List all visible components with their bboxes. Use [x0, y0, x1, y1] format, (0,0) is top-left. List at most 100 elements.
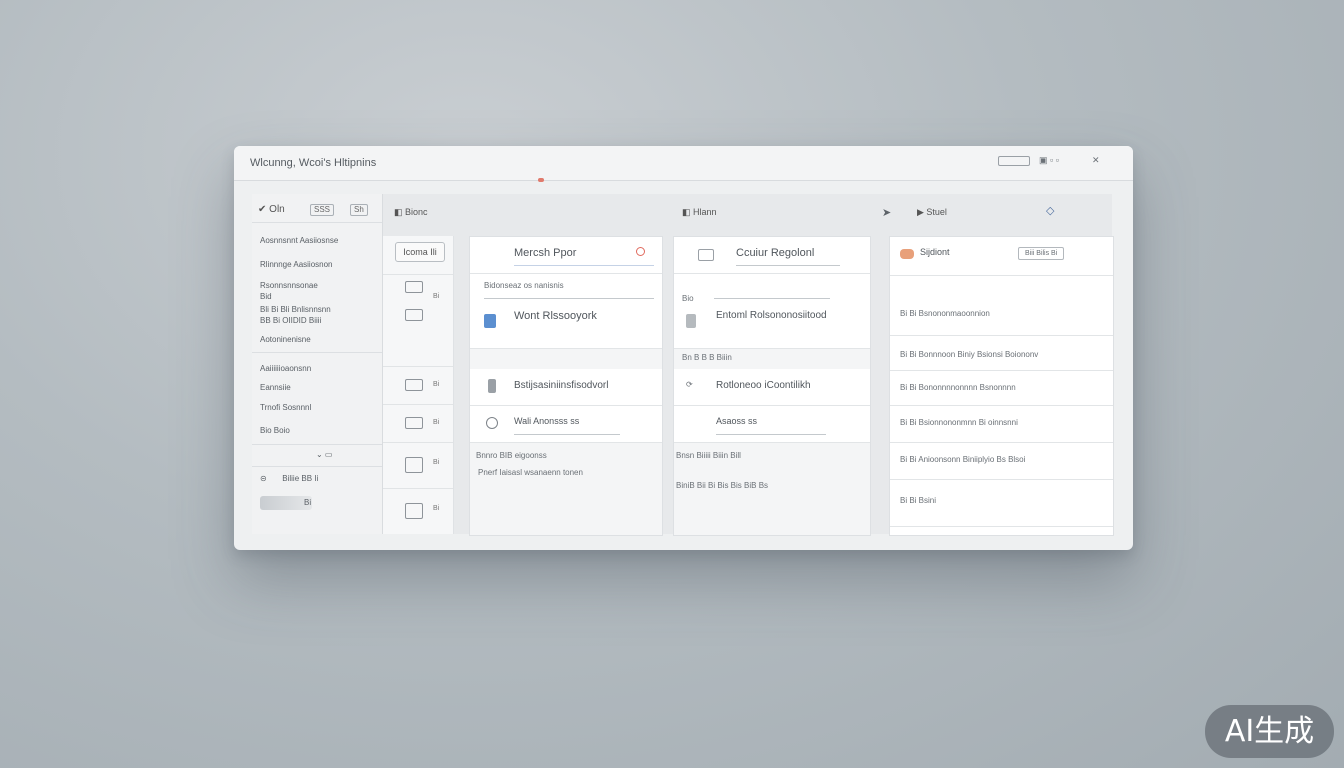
- sidebar-chip-2[interactable]: Sh: [350, 204, 368, 216]
- document-icon: [484, 314, 496, 328]
- list-item[interactable]: Asaoss ss: [674, 406, 870, 443]
- list-item[interactable]: Bi Bi Bsini: [890, 480, 1113, 527]
- toolbar-right-label: Stuel: [926, 207, 947, 217]
- panel-1-subtitle: Bidonseaz os nanisnis: [484, 281, 564, 290]
- minimize-icon[interactable]: [998, 156, 1030, 166]
- panel-3-title: Sijdiont: [920, 247, 950, 257]
- list-item-label: Bi Bi Bsionnononmnn Bi oinnsnni: [900, 418, 1018, 427]
- window-title: Wlcunng, Wcoi's Hltipnins: [250, 157, 377, 169]
- icon-row-label: Bi: [433, 419, 440, 426]
- underline: [484, 298, 654, 299]
- sidebar-footer-item[interactable]: ⊝ Biliie BB Ii: [260, 474, 318, 483]
- sidebar-chip-1[interactable]: SSS: [310, 204, 335, 216]
- divider: [252, 352, 382, 353]
- clock-icon: [486, 417, 498, 429]
- sidebar-item[interactable]: Rlinnnge Aasiiosnon: [260, 260, 333, 269]
- list-item[interactable]: Wali Anonsss ss: [470, 406, 662, 443]
- box-icon: [405, 417, 423, 429]
- sidebar-item[interactable]: Aosnnsnnt Aasiiosnse: [260, 236, 338, 245]
- refresh-icon: ⟳: [686, 380, 693, 389]
- panel-header-row[interactable]: Mercsh Ppor: [470, 237, 662, 274]
- sidebar-item[interactable]: BB Bi OIIDID Biiii: [260, 316, 321, 325]
- list-item[interactable]: Bi Bi Anioonsonn Biniiplyio Bs Blsoi: [890, 443, 1113, 480]
- list-item-label: Bi Bi Bonnnoon Biniy Bsionsi Boiononv: [900, 350, 1039, 359]
- underline: [514, 265, 654, 266]
- icon-row-label: Bi: [433, 381, 440, 388]
- list-item-label: Bi Bi Anioonsonn Biniiplyio Bs Blsoi: [900, 455, 1026, 464]
- sidebar-item[interactable]: Aaiiiiiioaonsnn: [260, 364, 311, 373]
- title-bar: Wlcunng, Wcoi's Hltipnins ▣ ▫ ▫ ✕: [234, 146, 1133, 182]
- list-item[interactable]: Bi Bi Bsionnononmnn Bi oinnsnni: [890, 406, 1113, 443]
- list-item[interactable]: Bidonseaz os nanisnis Wont Rlssooyork: [470, 274, 662, 349]
- tray-icon: [405, 457, 423, 473]
- underline: [736, 265, 840, 266]
- list-item-label: Rotloneoo iCoontilikh: [716, 380, 811, 391]
- main-area: ✔ Oln SSS Sh Aosnnsnnt Aasiiosnse Rlinnn…: [252, 194, 1114, 536]
- toolbar-left-label: Bionc: [405, 207, 428, 217]
- underline: [716, 434, 826, 435]
- panel-2-title: Ccuiur Regolonl: [736, 247, 815, 259]
- icon-column-button[interactable]: Icoma Ili: [395, 242, 445, 262]
- sidebar-header[interactable]: ✔ Oln: [258, 204, 285, 215]
- toolbar-right[interactable]: ▶ Stuel: [917, 207, 947, 218]
- list-item[interactable]: Bio Entoml Rolsononosiitood: [674, 274, 870, 349]
- expand-icon[interactable]: ⌄ ▭: [316, 450, 332, 459]
- icon-row[interactable]: Bi: [383, 274, 453, 321]
- status-dot: [538, 178, 544, 182]
- underline: [514, 434, 620, 435]
- panel-1-footer-sub: Pnerf Iaisasl wsanaenn tonen: [478, 468, 583, 477]
- toolbar-center[interactable]: ◧ Hlann: [682, 207, 717, 218]
- icon-row[interactable]: Bi: [383, 366, 453, 403]
- close-icon[interactable]: ✕: [1092, 155, 1100, 167]
- panel-2-group-label: Bn B B B Biiin: [682, 353, 732, 362]
- record-icon[interactable]: [636, 247, 645, 256]
- sidebar-item[interactable]: Rsonnsnnsonae: [260, 281, 318, 290]
- underline: [714, 298, 830, 299]
- toolbar-left[interactable]: ◧ Bionc: [394, 207, 428, 218]
- panel-2-footer-title: Bnsn Biiiii Biiin Bill: [676, 451, 741, 460]
- panel-2: Ccuiur Regolonl Bio Entoml Rolsononosiit…: [673, 236, 871, 536]
- panel-header-row[interactable]: Ccuiur Regolonl: [674, 237, 870, 274]
- icon-row-label: Bi: [433, 505, 440, 512]
- file-icon: [686, 314, 696, 328]
- list-item-label: Bi Bi Bsini: [900, 496, 937, 505]
- list-item[interactable]: Bi Bi Bonnnoon Biniy Bsionsi Boiononv: [890, 336, 1113, 371]
- divider: [252, 222, 382, 223]
- panel-3-button[interactable]: Biii Bilis Bi: [1018, 247, 1065, 260]
- sidebar-footer-chip: Bi: [304, 498, 312, 507]
- list-item[interactable]: Bi Bi Bsnononmaoonnion: [890, 295, 1113, 336]
- sidebar-item[interactable]: Bio Boio: [260, 426, 290, 435]
- app-window: Wlcunng, Wcoi's Hltipnins ▣ ▫ ▫ ✕ ✔ Oln …: [234, 146, 1133, 550]
- list-item-label: Wont Rlssooyork: [514, 310, 597, 322]
- sidebar-item[interactable]: Aotoninenisne: [260, 335, 311, 344]
- toolbar-center-label: Hlann: [693, 207, 717, 217]
- list-item-label: Wali Anonsss ss: [514, 416, 580, 426]
- icon-row-label: Bi: [433, 293, 440, 300]
- sidebar-item[interactable]: Bid: [260, 292, 272, 301]
- panel-2-footer-sub: BiniB Bii Bi Bis Bis BiB Bs: [676, 481, 769, 490]
- folder-icon: [405, 281, 423, 293]
- sidebar-item[interactable]: Bli Bi Bli Bnlisnnsnn: [260, 305, 331, 314]
- list-item-label: Asaoss ss: [716, 416, 758, 426]
- list-item[interactable]: Bstijsasiniinsfisodvorl: [470, 369, 662, 406]
- icon-row[interactable]: Bi: [383, 488, 453, 535]
- sidebar-item[interactable]: Eannsiie: [260, 383, 291, 392]
- user-icon: [900, 249, 914, 259]
- restore-icon[interactable]: ▣ ▫ ▫: [1039, 155, 1059, 167]
- tray-icon: [405, 503, 423, 519]
- list-item[interactable]: Bi Bi Bononnnnonnnn Bsnonnnn: [890, 371, 1113, 406]
- panel-header-row: Sijdiont Biii Bilis Bi: [890, 237, 1113, 276]
- panel-1: Mercsh Ppor Bidonseaz os nanisnis Wont R…: [469, 236, 663, 536]
- icon-row[interactable]: Bi: [383, 404, 453, 441]
- icon-row[interactable]: Bi: [383, 442, 453, 489]
- sidebar-item[interactable]: Trnofi Sosnnnl: [260, 403, 311, 412]
- box-icon: [405, 379, 423, 391]
- sidebar: ✔ Oln SSS Sh Aosnnsnnt Aasiiosnse Rlinnn…: [252, 194, 383, 534]
- list-item-label: Bstijsasiniinsfisodvorl: [514, 380, 609, 391]
- diamond-icon[interactable]: ◇: [1046, 204, 1054, 217]
- icon-column: Icoma Ili Bi Bi Bi Bi Bi: [383, 236, 454, 534]
- tray-icon: [405, 309, 423, 321]
- list-item-label: Entoml Rolsononosiitood: [716, 310, 827, 321]
- panel-2-subtitle: Bio: [682, 294, 694, 303]
- list-item[interactable]: ⟳ Rotloneoo iCoontilikh: [674, 369, 870, 406]
